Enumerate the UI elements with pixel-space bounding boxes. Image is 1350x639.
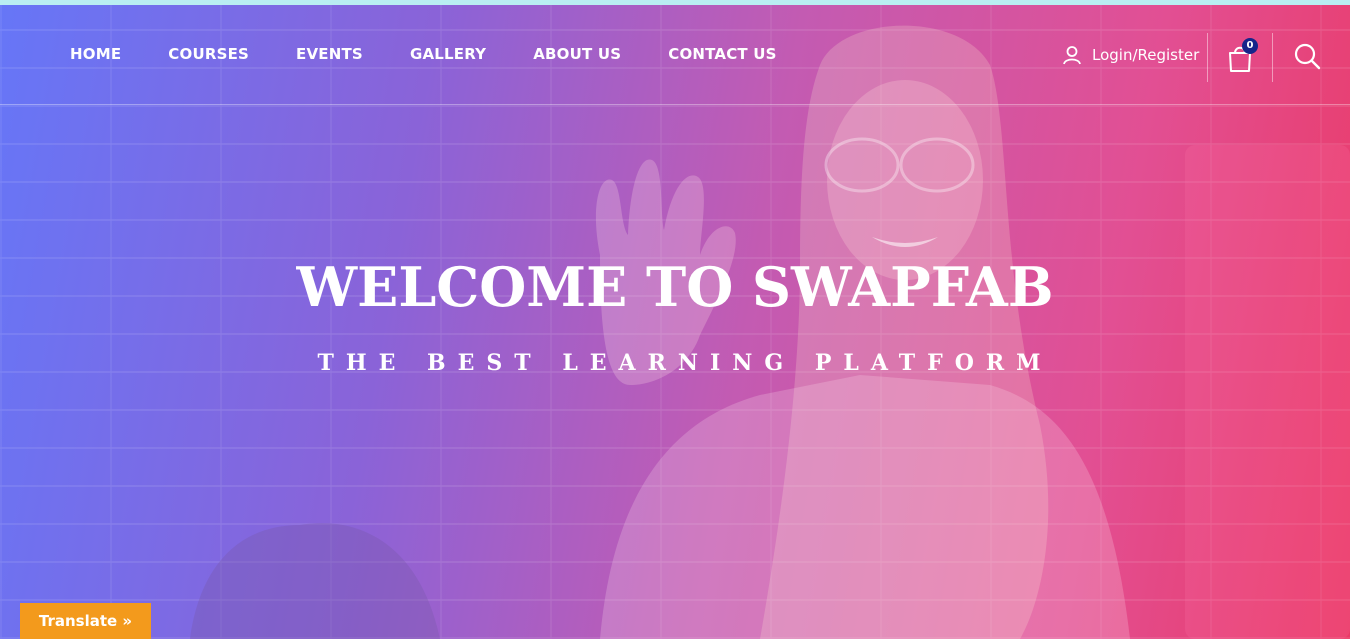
main-navigation: HOME COURSES EVENTS GALLERY ABOUT US CON… bbox=[0, 5, 1350, 105]
nav-item-courses[interactable]: COURSES bbox=[168, 45, 249, 63]
nav-item-about-us[interactable]: ABOUT US bbox=[533, 45, 621, 63]
translate-button[interactable]: Translate » bbox=[20, 603, 151, 639]
divider bbox=[1272, 33, 1273, 82]
hero-title: WELCOME TO SWAPFAB bbox=[296, 255, 1054, 319]
cart-count-badge: 0 bbox=[1242, 38, 1258, 54]
hero-subtitle: THE BEST LEARNING PLATFORM bbox=[317, 350, 1053, 376]
search-icon[interactable] bbox=[1293, 42, 1321, 70]
nav-menu: HOME COURSES EVENTS GALLERY ABOUT US CON… bbox=[70, 45, 824, 63]
divider bbox=[1207, 33, 1208, 82]
hero-banner: HOME COURSES EVENTS GALLERY ABOUT US CON… bbox=[0, 5, 1350, 639]
nav-item-contact-us[interactable]: CONTACT US bbox=[668, 45, 776, 63]
nav-item-events[interactable]: EVENTS bbox=[296, 45, 363, 63]
nav-item-gallery[interactable]: GALLERY bbox=[410, 45, 486, 63]
login-register-link[interactable]: Login/Register bbox=[1062, 45, 1199, 65]
nav-item-home[interactable]: HOME bbox=[70, 45, 121, 63]
user-icon bbox=[1063, 46, 1081, 65]
login-register-label: Login/Register bbox=[1092, 46, 1200, 64]
